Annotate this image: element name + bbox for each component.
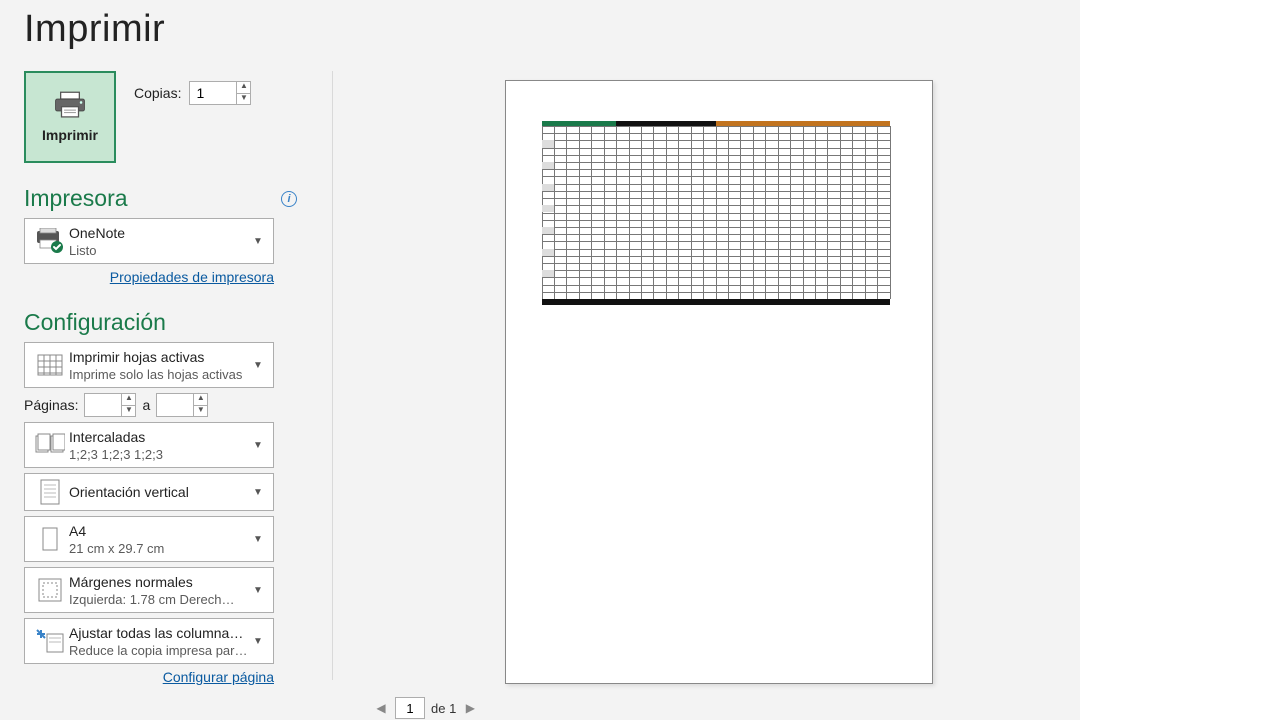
chevron-down-icon: ▼: [249, 585, 267, 596]
paper-line2: 21 cm x 29.7 cm: [69, 541, 249, 556]
left-panel: Imprimir Copias: ▲ ▼ Impresora i: [0, 65, 333, 720]
page-of-label: de 1: [431, 701, 456, 716]
copies-up[interactable]: ▲: [237, 82, 250, 94]
pages-from-down[interactable]: ▼: [122, 406, 135, 417]
print-button-label: Imprimir: [42, 127, 98, 143]
copies-stepper[interactable]: ▲ ▼: [189, 81, 251, 105]
paper-line1: A4: [69, 523, 249, 539]
fit-line2: Reduce la copia impresa par…: [69, 643, 249, 658]
copies-row: Copias: ▲ ▼: [134, 71, 251, 105]
orientation-icon: [31, 478, 69, 506]
section-printer: Impresora i: [24, 185, 333, 212]
section-config-label: Configuración: [24, 309, 166, 336]
pages-to-input[interactable]: [157, 394, 193, 416]
chevron-down-icon: ▼: [249, 636, 267, 647]
pager: ◀ de 1 ▶: [357, 693, 478, 720]
pages-from-up[interactable]: ▲: [122, 394, 135, 406]
preview-sheet: [505, 80, 933, 684]
copies-down[interactable]: ▼: [237, 94, 250, 105]
margins-icon: [31, 577, 69, 603]
chevron-down-icon: ▼: [249, 440, 267, 451]
copies-label: Copias:: [134, 85, 181, 101]
pages-from-stepper[interactable]: ▲▼: [84, 393, 136, 417]
print-button[interactable]: Imprimir: [24, 71, 116, 163]
fit-dropdown[interactable]: Ajustar todas las columnas… Reduce la co…: [24, 618, 274, 664]
paper-icon: [31, 525, 69, 553]
pages-row: Páginas: ▲▼ a ▲▼: [24, 393, 274, 417]
page-next[interactable]: ▶: [462, 700, 478, 716]
info-icon[interactable]: i: [281, 191, 297, 207]
collate-icon: [31, 433, 69, 457]
orientation-line1: Orientación vertical: [69, 484, 249, 500]
printer-name: OneNote: [69, 225, 249, 241]
printer-dropdown[interactable]: OneNote Listo ▼: [24, 218, 274, 264]
collate-dropdown[interactable]: Intercaladas 1;2;3 1;2;3 1;2;3 ▼: [24, 422, 274, 468]
chevron-down-icon: ▼: [249, 360, 267, 371]
panel-separator: [332, 71, 333, 680]
page-title: Imprimir: [0, 0, 1080, 51]
fit-line1: Ajustar todas las columnas…: [69, 625, 249, 641]
copies-input[interactable]: [190, 82, 236, 104]
fit-icon: [31, 628, 69, 654]
preview-footer: [542, 299, 890, 305]
pages-label: Páginas:: [24, 397, 78, 413]
section-printer-label: Impresora: [24, 185, 128, 212]
chevron-down-icon: ▼: [249, 534, 267, 545]
orientation-dropdown[interactable]: Orientación vertical ▼: [24, 473, 274, 511]
pages-from-input[interactable]: [85, 394, 121, 416]
pages-to-stepper[interactable]: ▲▼: [156, 393, 208, 417]
sheets-icon: [31, 352, 69, 378]
printer-status: Listo: [69, 243, 249, 258]
page-current-input[interactable]: [395, 697, 425, 719]
chevron-down-icon: ▼: [249, 487, 267, 498]
chevron-down-icon: ▼: [249, 236, 267, 247]
pages-separator: a: [142, 397, 150, 413]
page-setup-link[interactable]: Configurar página: [163, 669, 274, 685]
margins-line2: Izquierda: 1.78 cm Derech…: [69, 592, 249, 607]
margins-line1: Márgenes normales: [69, 574, 249, 590]
print-what-dropdown[interactable]: Imprimir hojas activas Imprime solo las …: [24, 342, 274, 388]
printer-icon: [53, 91, 87, 119]
margins-dropdown[interactable]: Márgenes normales Izquierda: 1.78 cm Der…: [24, 567, 274, 613]
collate-line2: 1;2;3 1;2;3 1;2;3: [69, 447, 249, 462]
pages-to-down[interactable]: ▼: [194, 406, 207, 417]
preview-content: [542, 121, 890, 305]
pages-to-up[interactable]: ▲: [194, 394, 207, 406]
printer-status-icon: [31, 228, 69, 254]
page-prev[interactable]: ◀: [373, 700, 389, 716]
preview-area: [357, 80, 1080, 720]
printer-properties-link[interactable]: Propiedades de impresora: [110, 269, 274, 285]
print-what-line2: Imprime solo las hojas activas: [69, 367, 249, 382]
print-what-line1: Imprimir hojas activas: [69, 349, 249, 365]
collate-line1: Intercaladas: [69, 429, 249, 445]
paper-dropdown[interactable]: A4 21 cm x 29.7 cm ▼: [24, 516, 274, 562]
section-config: Configuración: [24, 309, 333, 336]
preview-grid: [542, 126, 890, 299]
